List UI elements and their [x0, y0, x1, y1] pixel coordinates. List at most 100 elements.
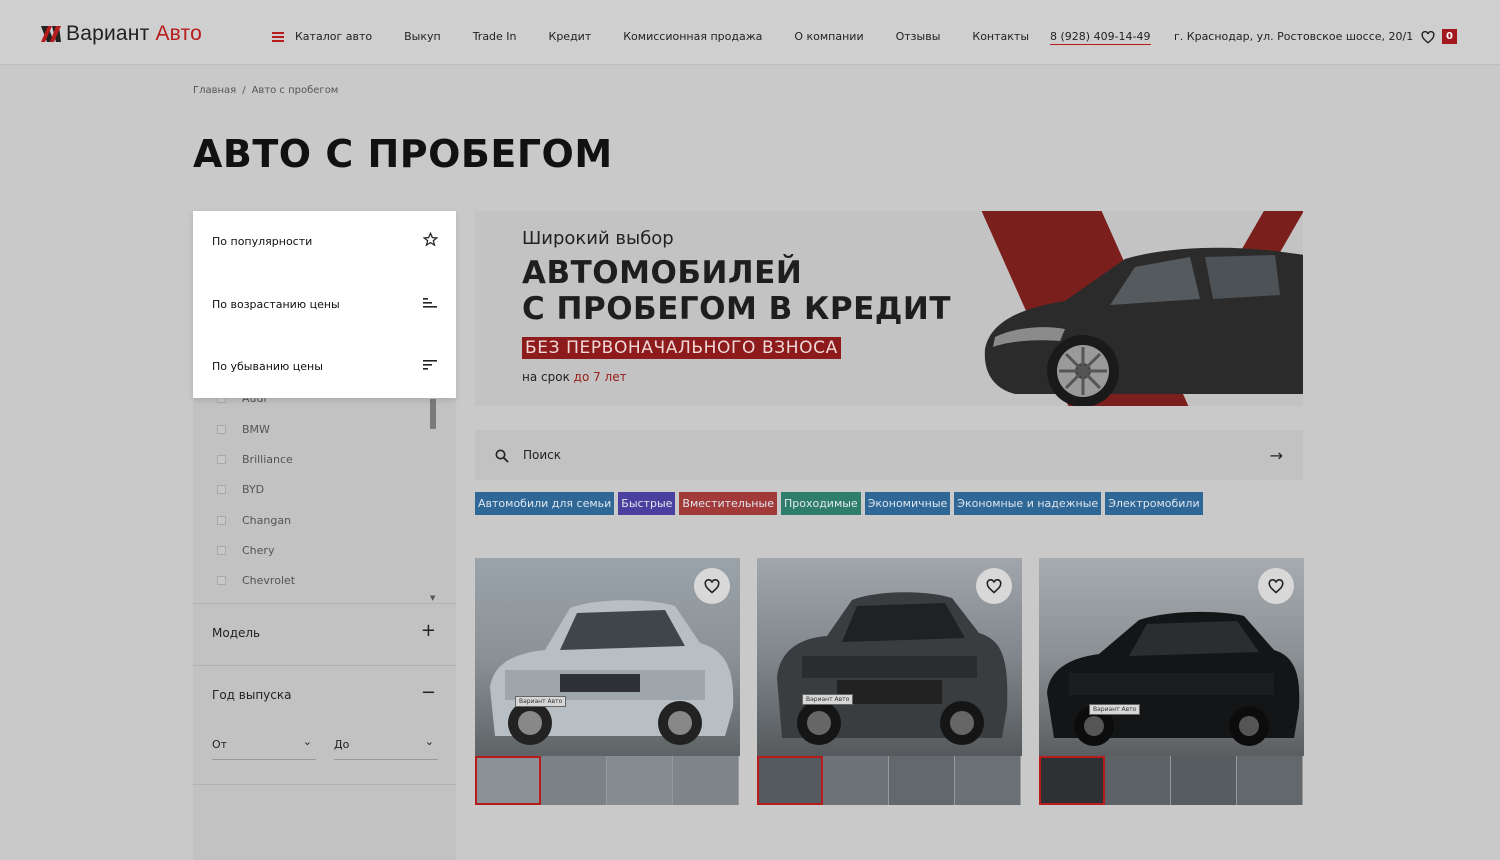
divider: [193, 784, 456, 785]
nav-tradein[interactable]: Trade In: [473, 30, 517, 43]
car-photo[interactable]: Вариант Авто: [757, 558, 1022, 756]
brand-label: Chevrolet: [242, 574, 296, 587]
brand-list-scrollbar[interactable]: [430, 399, 436, 429]
tag-spacious[interactable]: Вместительные: [679, 492, 777, 515]
car-plate: Вариант Авто: [515, 696, 567, 707]
brand-label: BYD: [242, 483, 265, 496]
banner-title-line-1: АВТОМОБИЛЕЙ: [522, 255, 803, 291]
banner-title: АВТОМОБИЛЕЙ С ПРОБЕГОМ В КРЕДИТ: [522, 255, 951, 327]
brand-label: Changan: [242, 514, 292, 527]
sort-popularity-label: По популярности: [212, 234, 313, 248]
thumbnail[interactable]: [1237, 756, 1303, 805]
logo-text: Вариант Авто: [66, 22, 203, 45]
chevron-down-icon: ⌄: [424, 735, 434, 748]
brand-item-brilliance[interactable]: Brilliance: [217, 453, 293, 466]
checkbox[interactable]: [217, 576, 226, 585]
thumbnail[interactable]: [1105, 756, 1171, 805]
photo-thumbnails: [475, 756, 740, 805]
brand-label: Chery: [242, 544, 275, 557]
sort-price-asc-label: По возрастанию цены: [212, 297, 340, 311]
favorites-heart-icon[interactable]: [1421, 29, 1435, 48]
tag-fast[interactable]: Быстрые: [618, 492, 676, 515]
arrow-right-icon[interactable]: →: [1270, 446, 1283, 465]
breadcrumb: Главная / Авто с пробегом: [193, 85, 338, 96]
sort-descending-icon: [423, 359, 438, 374]
favorites-count-badge[interactable]: 0: [1442, 29, 1457, 44]
breadcrumb-separator: /: [242, 85, 246, 96]
filter-model[interactable]: Модель +: [193, 604, 456, 666]
tag-economy-reliable[interactable]: Экономные и надежные: [954, 492, 1102, 515]
thumbnail[interactable]: [607, 756, 673, 805]
brand-item-bmw[interactable]: BMW: [217, 423, 270, 436]
sort-dropdown: По популярности По возрастанию цены По у…: [193, 211, 456, 398]
thumbnail[interactable]: [889, 756, 955, 805]
photo-thumbnails: [1039, 756, 1304, 805]
sort-price-asc[interactable]: По возрастанию цены: [212, 294, 438, 314]
nav-commission[interactable]: Комиссионная продажа: [623, 30, 762, 43]
thumbnail[interactable]: [1171, 756, 1237, 805]
nav-buyout[interactable]: Выкуп: [404, 30, 441, 43]
brand-item-chery[interactable]: Chery: [217, 544, 274, 557]
plus-icon[interactable]: +: [421, 620, 436, 641]
logo[interactable]: Вариант Авто: [40, 22, 202, 46]
filter-year-label: Год выпуска: [212, 688, 292, 702]
car-card-3[interactable]: Вариант Авто: [1039, 558, 1304, 805]
car-photo[interactable]: Вариант Авто: [1039, 558, 1304, 756]
car-plate: Вариант Авто: [1089, 704, 1141, 715]
banner-tag: БЕЗ ПЕРВОНАЧАЛЬНОГО ВЗНОСА: [522, 337, 841, 359]
chevron-down-icon: ⌄: [302, 735, 312, 748]
tag-offroad[interactable]: Проходимые: [780, 492, 861, 515]
filter-year[interactable]: Год выпуска −: [193, 666, 456, 728]
tag-electric[interactable]: Электромобили: [1105, 492, 1203, 515]
checkbox[interactable]: [217, 455, 226, 464]
car-card-2[interactable]: Вариант Авто: [757, 558, 1022, 805]
tag-economy[interactable]: Экономичные: [864, 492, 951, 515]
promo-banner[interactable]: Широкий выбор АВТОМОБИЛЕЙ С ПРОБЕГОМ В К…: [475, 211, 1303, 406]
sort-price-desc[interactable]: По убыванию цены: [212, 356, 438, 376]
page-title: АВТО С ПРОБЕГОМ: [193, 132, 613, 176]
category-tags: Автомобили для семьи Быстрые Вместительн…: [475, 492, 1203, 515]
nav-catalog[interactable]: Каталог авто: [272, 30, 372, 43]
brand-item-byd[interactable]: BYD: [217, 483, 264, 496]
thumbnail[interactable]: [475, 756, 541, 805]
thumbnail[interactable]: [955, 756, 1021, 805]
nav-credit[interactable]: Кредит: [549, 30, 592, 43]
checkbox[interactable]: [217, 485, 226, 494]
minus-icon[interactable]: −: [421, 682, 436, 703]
banner-term: на срок до 7 лет: [522, 370, 627, 384]
thumbnail[interactable]: [673, 756, 739, 805]
car-card-1[interactable]: Вариант Авто: [475, 558, 740, 805]
favorite-heart-icon[interactable]: [694, 568, 730, 604]
nav-about[interactable]: О компании: [794, 30, 863, 43]
checkbox[interactable]: [217, 546, 226, 555]
breadcrumb-home[interactable]: Главная: [193, 85, 236, 96]
favorite-heart-icon[interactable]: [1258, 568, 1294, 604]
brand-item-chevrolet[interactable]: Chevrolet: [217, 574, 295, 587]
year-from-select[interactable]: От ⌄: [212, 732, 316, 760]
checkbox[interactable]: [217, 516, 226, 525]
sort-popularity[interactable]: По популярности: [212, 231, 439, 251]
brand-item-changan[interactable]: Changan: [217, 514, 291, 527]
address: г. Краснодар, ул. Ростовское шоссе, 20/1: [1174, 30, 1414, 43]
banner-subtitle: Широкий выбор: [522, 228, 674, 249]
phone-link[interactable]: 8 (928) 409-14-49: [1050, 30, 1151, 45]
brand-label: Brilliance: [242, 453, 293, 466]
sort-ascending-icon: [423, 297, 438, 312]
car-photo[interactable]: Вариант Авто: [475, 558, 740, 756]
nav-contacts[interactable]: Контакты: [972, 30, 1029, 43]
checkbox[interactable]: [217, 425, 226, 434]
thumbnail[interactable]: [1039, 756, 1105, 805]
thumbnail[interactable]: [823, 756, 889, 805]
thumbnail[interactable]: [541, 756, 607, 805]
menu-icon: [272, 31, 284, 42]
year-to-select[interactable]: До ⌄: [334, 732, 438, 760]
thumbnail[interactable]: [757, 756, 823, 805]
favorite-heart-icon[interactable]: [976, 568, 1012, 604]
banner-car-image: [975, 229, 1303, 406]
tag-family[interactable]: Автомобили для семьи: [475, 492, 615, 515]
nav-reviews[interactable]: Отзывы: [896, 30, 941, 43]
logo-mark-icon: [40, 25, 62, 43]
year-to-label: До: [334, 738, 350, 751]
scroll-down-icon[interactable]: ▼: [430, 594, 435, 602]
search-input[interactable]: [523, 443, 1223, 467]
